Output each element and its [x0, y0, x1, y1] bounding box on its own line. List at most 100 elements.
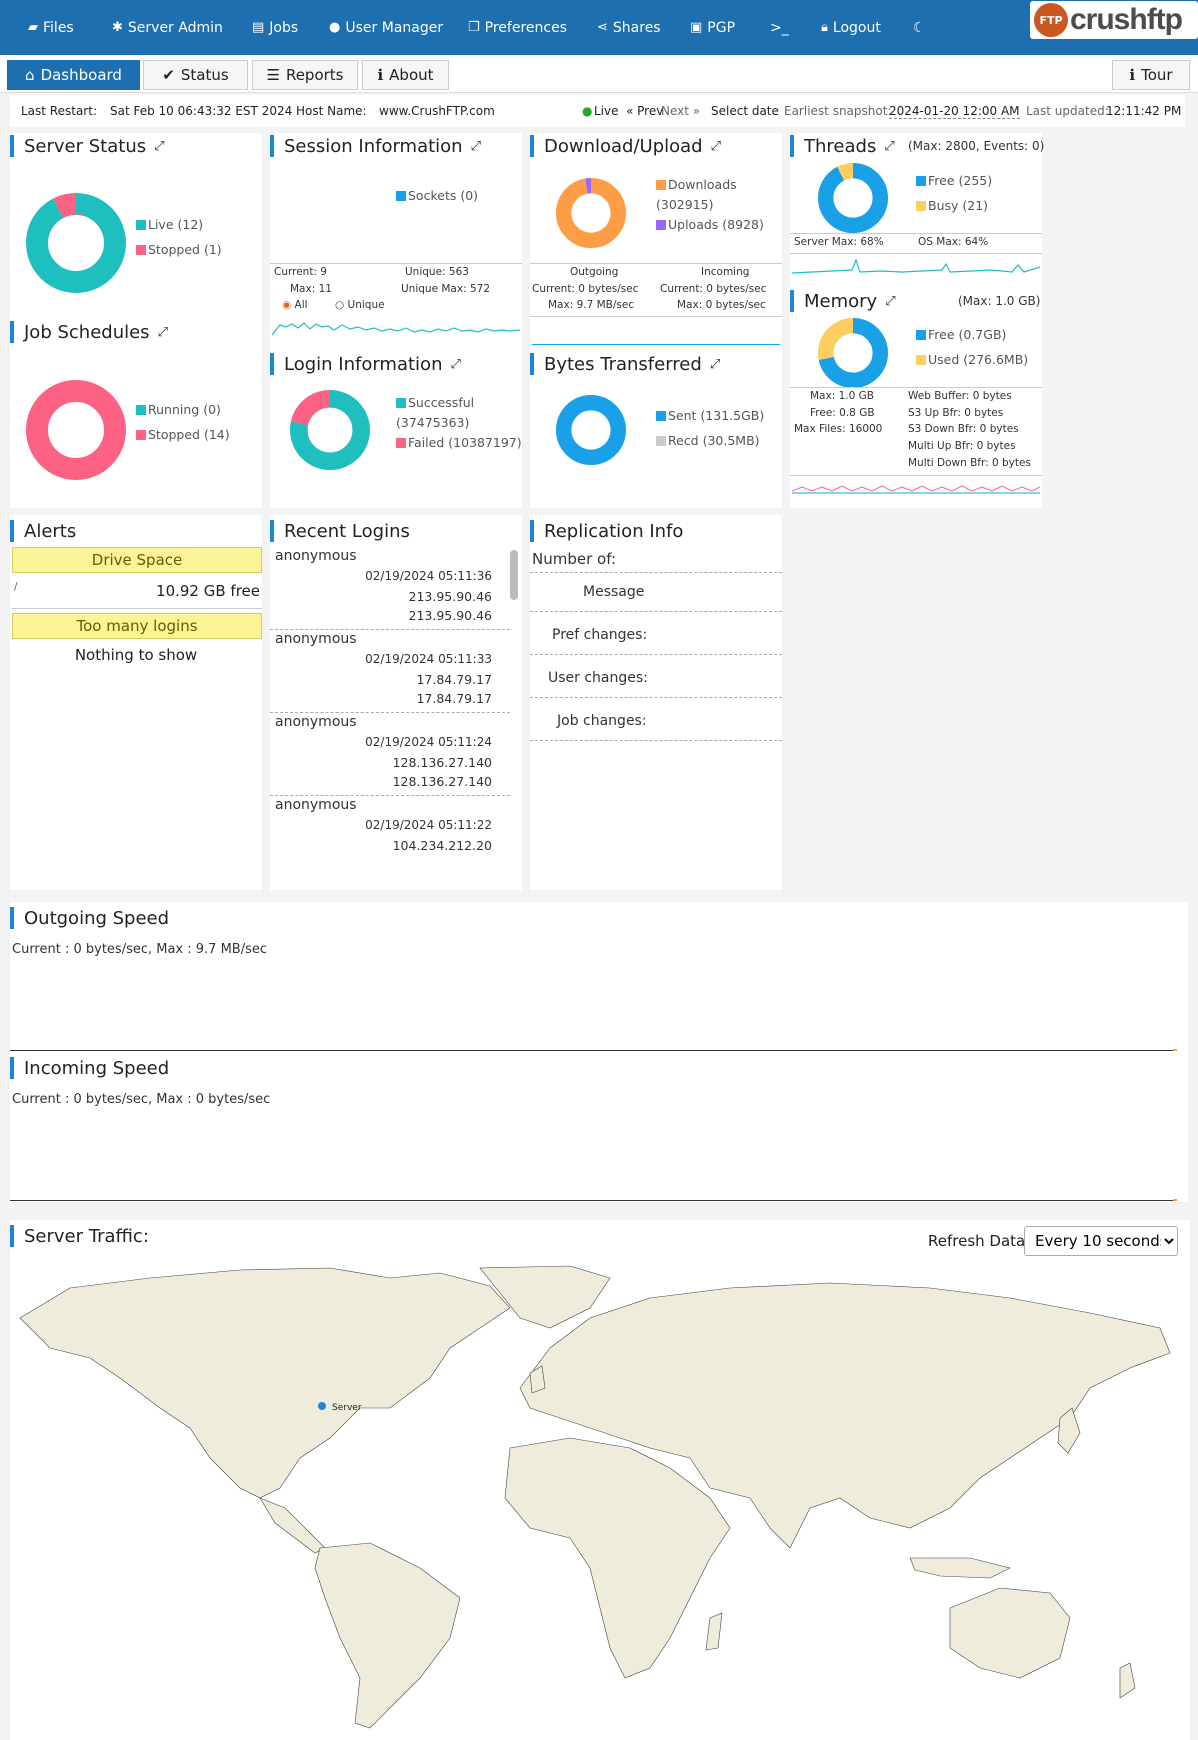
refresh-select[interactable]: Every 10 seconds	[1024, 1226, 1178, 1256]
nav-user-manager[interactable]: ● User Manager	[329, 0, 443, 55]
radio-unique[interactable]: ○ Unique	[335, 299, 385, 311]
share-icon: ⋖	[597, 20, 608, 35]
legend-failed[interactable]: Failed (10387197)	[396, 433, 522, 453]
multi-down-buffer: Multi Down Bfr: 0 bytes	[908, 457, 1031, 469]
divider	[530, 697, 782, 698]
login-ip: 213.95.90.46	[408, 608, 493, 623]
server-status-title: Server Status ⤢	[10, 135, 165, 157]
number-of-label: Number of:	[532, 550, 617, 568]
donut-segment-live[interactable]	[26, 193, 126, 293]
legend-downloads-count: (302915)	[656, 197, 714, 212]
grey-swatch-icon	[656, 436, 666, 446]
server-status-donut-segments	[26, 193, 126, 293]
select-date-button[interactable]: Select date	[711, 104, 779, 118]
login-time: 02/19/2024 05:11:22	[365, 818, 492, 832]
donut-segment-sent[interactable]	[556, 395, 626, 465]
alerts-title: Alerts	[10, 520, 76, 542]
legend-sent[interactable]: Sent (131.5GB)	[656, 403, 764, 428]
tab-dashboard[interactable]: ⌂ Dashboard	[7, 60, 140, 90]
prev-link[interactable]: « Prev	[626, 104, 663, 118]
web-buffer: Web Buffer: 0 bytes	[908, 390, 1012, 402]
donut-segment-stopped[interactable]	[26, 380, 126, 480]
job-schedules-donut	[26, 380, 126, 480]
nav-logout[interactable]: 🔒︎ Logout	[821, 0, 881, 55]
server-marker-icon[interactable]	[318, 1402, 326, 1410]
expand-icon[interactable]: ⤢	[450, 357, 460, 372]
pink-swatch-icon	[136, 245, 146, 255]
threads-title: Threads ⤢	[790, 135, 895, 157]
download-upload-donut	[556, 178, 626, 248]
login-user: anonymous	[275, 631, 357, 647]
nav-terminal[interactable]: >_	[770, 0, 789, 55]
legend-stopped[interactable]: Stopped (14)	[136, 422, 230, 447]
tab-status[interactable]: ✔ Status	[143, 60, 248, 90]
divider	[530, 611, 782, 612]
legend-uploads[interactable]: Uploads (8928)	[656, 215, 764, 235]
login-time: 02/19/2024 05:11:36	[365, 569, 492, 583]
legend-busy[interactable]: Busy (21)	[916, 193, 992, 218]
donut-segment-free[interactable]	[818, 163, 888, 233]
last-restart-value: Sat Feb 10 06:43:32 EST 2024	[110, 104, 293, 118]
login-entry[interactable]: anonymous 02/19/2024 05:11:24 128.136.27…	[270, 713, 510, 796]
expand-icon[interactable]: ⤢	[711, 139, 721, 154]
tab-about[interactable]: ℹ About	[362, 60, 449, 90]
nav-server-admin[interactable]: ✱ Server Admin	[112, 0, 223, 55]
tab-reports[interactable]: ☰ Reports	[252, 60, 358, 90]
legend-free[interactable]: Free (255)	[916, 168, 992, 193]
info-bar: Last Restart: Sat Feb 10 06:43:32 EST 20…	[10, 95, 1185, 127]
login-entry[interactable]: anonymous 02/19/2024 05:11:22 104.234.21…	[270, 796, 510, 862]
incoming-label: Incoming	[701, 266, 750, 278]
blue-swatch-icon	[396, 191, 406, 201]
too-many-logins-alert[interactable]: Too many logins	[12, 613, 262, 639]
tour-button[interactable]: ℹ Tour	[1112, 60, 1190, 90]
central-america	[259, 1497, 326, 1554]
threads-meta: (Max: 2800, Events: 0)	[908, 139, 1045, 153]
recent-logins-list[interactable]: anonymous 02/19/2024 05:11:36 213.95.90.…	[270, 547, 522, 862]
legend-downloads[interactable]: Downloads	[656, 175, 764, 195]
login-entry[interactable]: anonymous 02/19/2024 05:11:33 17.84.79.1…	[270, 630, 510, 713]
threads-panel: Threads ⤢ (Max: 2800, Events: 0) Free (25…	[790, 133, 1045, 508]
legend-running[interactable]: Running (0)	[136, 397, 230, 422]
memory-max: Max: 1.0 GB	[810, 390, 874, 402]
legend-live[interactable]: Live (12)	[136, 212, 222, 237]
nav-files[interactable]: ▰ Files	[28, 0, 74, 55]
expand-icon[interactable]: ⤢	[885, 294, 895, 309]
sockets-legend[interactable]: Sockets (0)	[396, 183, 478, 208]
donut-segment-downloads[interactable]	[556, 178, 626, 248]
legend-stopped[interactable]: Stopped (1)	[136, 237, 222, 262]
expand-icon[interactable]: ⤢	[154, 139, 164, 154]
expand-icon[interactable]: ⤢	[710, 357, 720, 372]
divider	[12, 608, 262, 609]
nav-shares[interactable]: ⋖ Shares	[597, 0, 661, 55]
login-entry[interactable]: anonymous 02/19/2024 05:11:36 213.95.90.…	[270, 547, 510, 630]
live-link[interactable]: Live	[594, 104, 619, 118]
legend-free[interactable]: Free (0.7GB)	[916, 322, 1028, 347]
nav-preferences[interactable]: ❐ Preferences	[468, 0, 567, 55]
radio-all[interactable]: ◉ All	[282, 299, 308, 311]
expand-icon[interactable]: ⤢	[158, 325, 168, 340]
check-icon: ✔	[162, 66, 175, 84]
theme-toggle[interactable]: ☾	[913, 0, 926, 55]
next-link[interactable]: Next »	[661, 104, 700, 118]
expand-icon[interactable]: ⤢	[884, 139, 894, 154]
threads-sparkline	[792, 258, 1040, 274]
earliest-value: 2024-01-20 12:00 AM	[889, 103, 1020, 119]
drive-space-alert[interactable]: Drive Space	[12, 547, 262, 573]
server-status-legend: Live (12) Stopped (1)	[136, 212, 222, 262]
legend-used[interactable]: Used (276.6MB)	[916, 347, 1028, 372]
nav-jobs[interactable]: ▤ Jobs	[252, 0, 298, 55]
scrollbar-thumb[interactable]	[510, 550, 518, 600]
legend-successful[interactable]: Successful	[396, 393, 522, 413]
updated-value: 12:11:42 PM	[1106, 104, 1182, 118]
expand-icon[interactable]: ⤢	[471, 139, 481, 154]
nav-pgp[interactable]: ▣ PGP	[690, 0, 735, 55]
divider	[530, 654, 782, 655]
drive-free: 10.92 GB free	[156, 582, 260, 600]
legend-recd[interactable]: Recd (30.5MB)	[656, 428, 764, 453]
server-marker-label: Server	[332, 1403, 362, 1413]
world-map[interactable]: Server	[10, 1258, 1190, 1738]
login-ip: 17.84.79.17	[416, 691, 492, 706]
server-status-donut	[26, 193, 126, 293]
outgoing-speed-panel: Outgoing Speed Current : 0 bytes/sec, Ma…	[10, 902, 1188, 1052]
replication-title: Replication Info	[530, 520, 683, 542]
